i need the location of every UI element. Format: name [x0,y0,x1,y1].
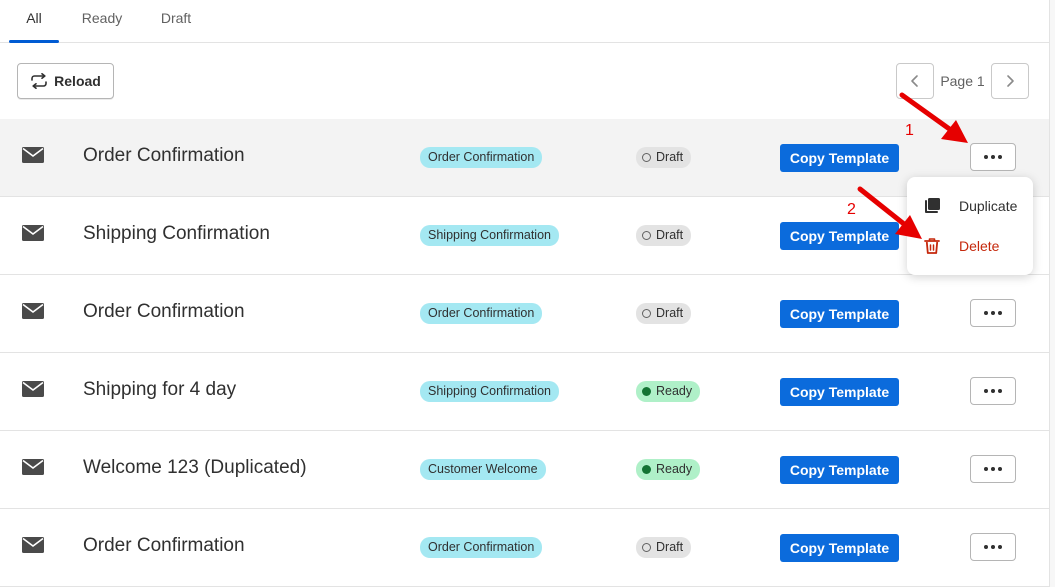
copy-template-button[interactable]: Copy Template [780,456,899,484]
template-title[interactable]: Shipping Confirmation [83,223,270,245]
envelope-icon [22,303,44,319]
step-2-marker: 2 [847,201,856,218]
ellipsis-icon [984,467,1002,471]
chevron-left-icon [911,75,918,87]
status-label: Draft [656,228,684,242]
copy-template-button[interactable]: Copy Template [780,222,899,250]
step-1-marker: 1 [905,122,914,139]
template-title[interactable]: Order Confirmation [83,301,245,323]
ellipsis-icon [984,155,1002,159]
duplicate-icon [925,198,940,213]
ellipsis-icon [984,311,1002,315]
ellipsis-icon [984,545,1002,549]
status-badge: Draft [636,147,692,168]
tab-ready[interactable]: Ready [74,0,130,43]
list-item: Shipping for 4 day Shipping Confirmation… [0,353,1049,431]
status-label: Draft [656,150,684,164]
list-item: Order Confirmation Order Confirmation Dr… [0,275,1049,353]
status-label: Ready [656,462,693,476]
actions-dropdown-menu: Duplicate Delete [907,177,1033,275]
template-type-badge: Order Confirmation [420,537,543,558]
toolbar: Reload Page 1 [0,43,1055,119]
envelope-icon [22,381,44,397]
next-page-button[interactable] [991,63,1029,99]
envelope-icon [22,225,44,241]
reload-label: Reload [54,73,101,89]
ellipsis-icon [984,389,1002,393]
status-label: Draft [656,306,684,320]
status-dot-icon [642,231,651,240]
reload-button[interactable]: Reload [17,63,114,99]
template-title[interactable]: Welcome 123 (Duplicated) [83,457,307,479]
trash-icon [924,238,940,254]
status-dot-icon [642,387,651,396]
template-type-badge: Shipping Confirmation [420,225,559,246]
tab-all[interactable]: All [9,0,59,43]
template-type-badge: Order Confirmation [420,303,543,324]
status-label: Ready [656,384,693,398]
template-type-badge: Customer Welcome [420,459,546,480]
envelope-icon [22,537,44,553]
copy-template-button[interactable]: Copy Template [780,378,899,406]
envelope-icon [22,459,44,475]
previous-page-button[interactable] [896,63,934,99]
scrollbar-track[interactable] [1049,0,1055,587]
copy-template-button[interactable]: Copy Template [780,300,899,328]
page-indicator: Page 1 [940,73,985,89]
copy-template-button[interactable]: Copy Template [780,144,899,172]
list-item: Order Confirmation Order Confirmation Dr… [0,119,1049,197]
status-badge: Ready [636,381,701,402]
status-label: Draft [656,540,684,554]
status-tabs: All Ready Draft [0,0,1055,43]
duplicate-menu-item[interactable]: Duplicate [907,186,1033,226]
delete-label: Delete [959,238,1000,254]
status-badge: Draft [636,225,692,246]
template-list: Order Confirmation Order Confirmation Dr… [0,119,1049,587]
list-item: Order Confirmation Order Confirmation Dr… [0,509,1049,587]
chevron-right-icon [1007,75,1014,87]
status-dot-icon [642,153,651,162]
status-dot-icon [642,543,651,552]
status-badge: Draft [636,303,692,324]
delete-menu-item[interactable]: Delete [907,226,1033,266]
tab-draft[interactable]: Draft [148,0,204,43]
template-title[interactable]: Order Confirmation [83,145,245,167]
status-badge: Ready [636,459,701,480]
status-dot-icon [642,465,651,474]
more-actions-button[interactable] [970,533,1016,561]
list-item: Shipping Confirmation Shipping Confirmat… [0,197,1049,275]
template-type-badge: Order Confirmation [420,147,543,168]
more-actions-button[interactable] [970,455,1016,483]
template-title[interactable]: Shipping for 4 day [83,379,236,401]
template-title[interactable]: Order Confirmation [83,535,245,557]
more-actions-button[interactable] [970,299,1016,327]
list-item: Welcome 123 (Duplicated) Customer Welcom… [0,431,1049,509]
status-dot-icon [642,309,651,318]
envelope-icon [22,147,44,163]
more-actions-button[interactable] [970,143,1016,171]
refresh-icon [31,73,47,89]
template-type-badge: Shipping Confirmation [420,381,559,402]
more-actions-button[interactable] [970,377,1016,405]
copy-template-button[interactable]: Copy Template [780,534,899,562]
duplicate-label: Duplicate [959,198,1018,214]
status-badge: Draft [636,537,692,558]
